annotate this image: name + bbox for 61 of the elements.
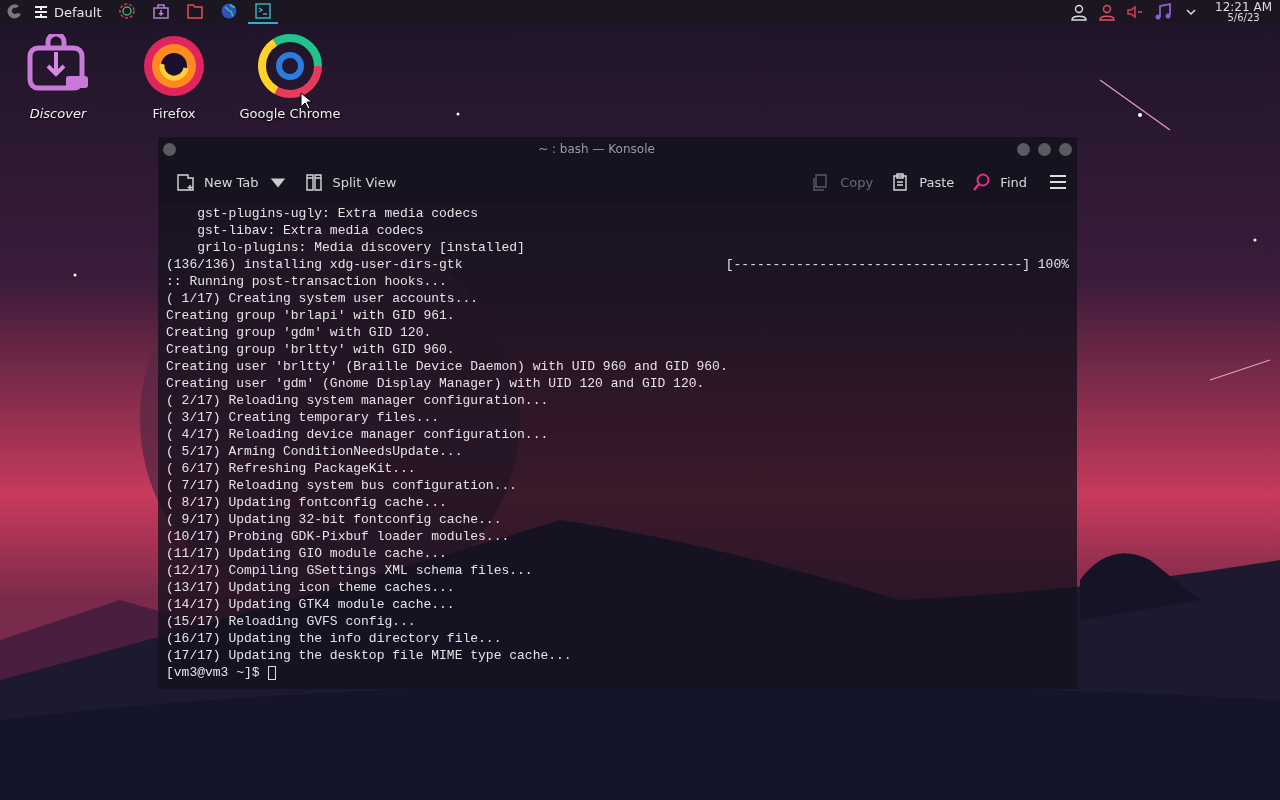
terminal-line: ( 6/17) Refreshing PackageKit... <box>166 460 416 477</box>
split-view-button[interactable]: Split View <box>298 169 403 195</box>
terminal-line: (15/17) Reloading GVFS config... <box>166 613 416 630</box>
split-view-icon <box>304 173 323 191</box>
terminal-line: Creating user 'gdm' (Gnome Display Manager) with UID 120 and GID 120. <box>166 375 705 392</box>
terminal-line: grilo-plugins: Media discovery [installed] <box>196 239 525 256</box>
folder-icon <box>185 2 204 20</box>
terminal-line: Creating group 'brlapi' with GID 961. <box>166 307 455 324</box>
terminal-line: ( 7/17) Reloading system bus configuration... <box>166 477 518 494</box>
mouse-pointer-icon <box>300 92 312 110</box>
firefox-icon <box>142 34 206 98</box>
terminal-line: Creating user 'brltty' (Braille Device Daemon) with UID 960 and GID 960. <box>166 358 728 375</box>
terminal-line: (17/17) Updating the desktop file MIME type cache... <box>166 647 572 664</box>
terminal-line: (12/17) Compiling GSettings XML schema files... <box>166 562 533 579</box>
terminal-line: (16/17) Updating the info directory file... <box>166 630 502 647</box>
terminal-icon <box>253 2 272 20</box>
close-button[interactable] <box>1059 142 1072 156</box>
terminal-line: :: Running post-transaction hooks... <box>166 273 447 290</box>
terminal-line: (10/17) Probing GDK-Pixbuf loader modules... <box>166 528 510 545</box>
terminal-line: ( 2/17) Reloading system manager configuration... <box>166 392 549 409</box>
terminal-line: gst-libav: Extra media codecs <box>196 222 424 239</box>
paste-button[interactable]: Paste <box>885 169 961 195</box>
new-tab-icon <box>176 173 194 191</box>
layout-icon <box>34 5 48 19</box>
icon-label: Discover <box>29 106 87 121</box>
terminal-line: gst-plugins-ugly: Extra media codecs <box>196 205 479 222</box>
terminal-line: ( 4/17) Reloading device manager configuration... <box>166 426 549 443</box>
terminal-line: ( 8/17) Updating fontconfig cache... <box>166 494 447 511</box>
terminal-line: (13/17) Updating icon theme caches... <box>166 579 455 596</box>
desktop-icon[interactable]: Firefox <box>116 34 232 121</box>
paste-icon <box>891 173 910 191</box>
icon-label: Firefox <box>152 106 196 121</box>
terminal-line: ( 1/17) Creating system user accounts... <box>166 290 479 307</box>
minimize-button[interactable] <box>1017 142 1030 156</box>
shell-prompt: [vm3@vm3 ~]$ <box>166 664 260 681</box>
package-icon <box>151 2 170 20</box>
terminal-line: Creating group 'gdm' with GID 120. <box>166 324 432 341</box>
icon-label: Google Chrome <box>239 106 341 121</box>
desktop-icon[interactable]: Discover <box>0 34 116 121</box>
chrome-icon <box>258 34 322 98</box>
terminal-line: ( 5/17) Arming ConditionNeedsUpdate... <box>166 443 463 460</box>
find-icon <box>972 173 991 191</box>
layout-switcher[interactable]: Default <box>28 4 108 20</box>
terminal-line: ( 9/17) Updating 32-bit fontconfig cache... <box>166 511 502 528</box>
globe-icon <box>219 2 238 20</box>
desktop-icon[interactable]: Google Chrome <box>232 34 348 121</box>
terminal-line: ( 3/17) Creating temporary files... <box>166 409 440 426</box>
terminal-line: Creating group 'brltty' with GID 960. <box>166 341 455 358</box>
find-button[interactable]: Find <box>966 169 1033 195</box>
terminal-launcher[interactable] <box>247 0 278 24</box>
terminal-line: (11/17) Updating GIO module cache... <box>166 545 447 562</box>
window-menu-button[interactable] <box>163 142 176 156</box>
terminal-line: (14/17) Updating GTK4 module cache... <box>166 596 455 613</box>
window-title: ~ : bash — Konsole <box>537 142 656 156</box>
new-tab-button[interactable]: New Tab <box>170 169 293 195</box>
clock[interactable]: 12:21 AM 5/6/23 <box>1207 1 1276 23</box>
text-cursor <box>267 665 276 680</box>
terminal-line: (136/136) installing xdg-user-dirs-gtk <box>166 256 463 273</box>
gear-icon <box>117 2 136 20</box>
progress-text: [-------------------------------------] 100% <box>725 256 1069 273</box>
maximize-button[interactable] <box>1038 142 1051 156</box>
